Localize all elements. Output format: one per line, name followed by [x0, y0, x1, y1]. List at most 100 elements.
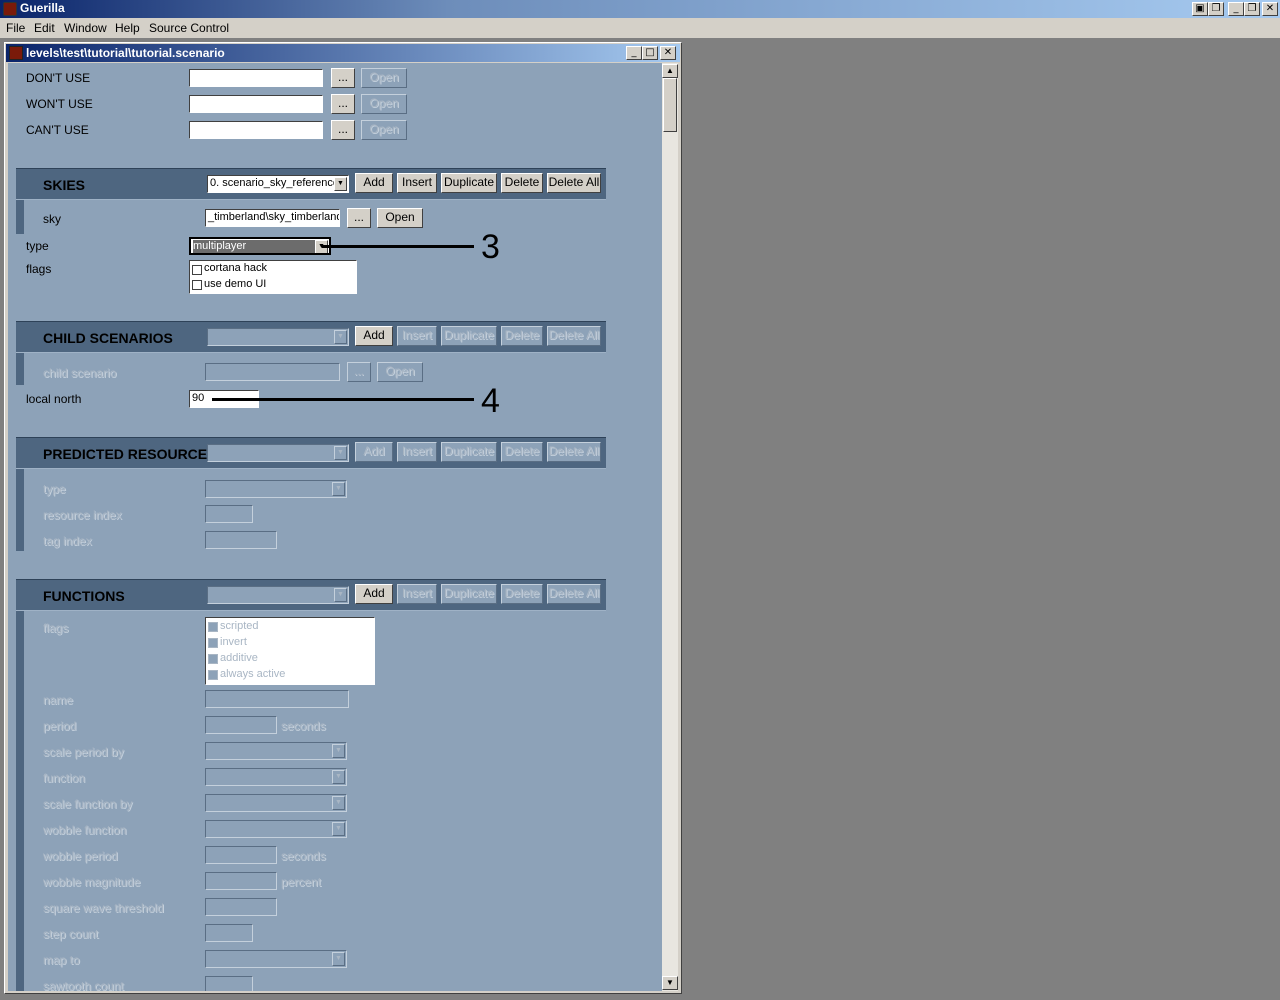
cortana-hack-checkbox[interactable]	[192, 265, 202, 275]
menu-window[interactable]: Window	[64, 21, 107, 35]
sky-open-button[interactable]: Open	[377, 208, 423, 228]
predicted-resource-delete-button[interactable]: Delete	[501, 442, 543, 462]
menu-help[interactable]: Help	[115, 21, 140, 35]
name-input[interactable]	[205, 690, 349, 708]
scale-function-by-dropdown[interactable]: ▼	[205, 794, 347, 812]
predicted-resource-delete-all-button[interactable]: Delete All	[547, 442, 601, 462]
functions-delete-all-button[interactable]: Delete All	[547, 584, 601, 604]
child-scenarios-delete-button[interactable]: Delete	[501, 326, 543, 346]
child-scenarios-title: CHILD SCENARIOS	[43, 330, 173, 346]
child-scenarios-add-button[interactable]: Add	[355, 326, 393, 346]
function-dropdown[interactable]: ▼	[205, 768, 347, 786]
child-scenario-input[interactable]	[205, 363, 340, 381]
pr-type-dropdown[interactable]: ▼	[205, 480, 347, 498]
always-active-label: always active	[220, 668, 286, 680]
wobble-function-dropdown[interactable]: ▼	[205, 820, 347, 838]
dont-use-input[interactable]	[189, 69, 323, 87]
menu-file[interactable]: File	[6, 21, 25, 35]
sky-input[interactable]: _timberland\sky_timberland	[205, 209, 340, 227]
cant-use-open-button[interactable]: Open	[361, 120, 407, 140]
doc-minimize-icon[interactable]: _	[626, 46, 642, 60]
invert-checkbox[interactable]	[208, 638, 218, 648]
functions-insert-button[interactable]: Insert	[397, 584, 437, 604]
sawtooth-count-input[interactable]	[205, 976, 253, 991]
scroll-thumb[interactable]	[663, 78, 677, 132]
wobble-magnitude-input[interactable]	[205, 872, 277, 890]
dont-use-open-button[interactable]: Open	[361, 68, 407, 88]
chevron-down-icon[interactable]: ▼	[332, 744, 345, 758]
close-icon[interactable]: ✕	[1262, 2, 1278, 16]
chevron-down-icon[interactable]: ▼	[332, 796, 345, 810]
vertical-scrollbar[interactable]	[662, 63, 678, 991]
wont-use-browse-button[interactable]: ...	[331, 94, 355, 114]
app-title: Guerilla	[20, 1, 65, 15]
resource-index-input[interactable]	[205, 505, 253, 523]
scroll-up-icon[interactable]: ▲	[662, 64, 678, 78]
wobble-period-unit: seconds	[281, 849, 326, 863]
use-demo-ui-checkbox[interactable]	[192, 280, 202, 290]
cant-use-browse-button[interactable]: ...	[331, 120, 355, 140]
scroll-down-icon[interactable]: ▼	[662, 976, 678, 990]
menu-edit[interactable]: Edit	[34, 21, 55, 35]
wont-use-input[interactable]	[189, 95, 323, 113]
additive-checkbox[interactable]	[208, 654, 218, 664]
chevron-down-icon[interactable]: ▼	[334, 446, 347, 460]
chevron-down-icon[interactable]: ▼	[334, 588, 347, 602]
doc-close-icon[interactable]: ✕	[660, 46, 676, 60]
functions-delete-button[interactable]: Delete	[501, 584, 543, 604]
child-scenarios-selector[interactable]: ▼	[207, 328, 349, 346]
child-scenario-open-button[interactable]: Open	[377, 362, 423, 382]
minimize-icon[interactable]: _	[1228, 2, 1244, 16]
child-scenarios-delete-all-button[interactable]: Delete All	[547, 326, 601, 346]
child-scenario-label: child scenario	[43, 366, 117, 380]
chevron-down-icon[interactable]: ▼	[332, 822, 345, 836]
child-scenarios-insert-button[interactable]: Insert	[397, 326, 437, 346]
wobble-magnitude-label: wobble magnitude	[43, 875, 141, 889]
sky-browse-button[interactable]: ...	[347, 208, 371, 228]
restore-icon[interactable]: ❐	[1208, 2, 1224, 16]
square-wave-threshold-input[interactable]	[205, 898, 277, 916]
additive-label: additive	[220, 652, 258, 664]
menu-source-control[interactable]: Source Control	[149, 21, 229, 35]
doc-maximize-icon[interactable]: □	[642, 46, 658, 60]
resource-index-label: resource index	[43, 508, 122, 522]
scale-period-by-dropdown[interactable]: ▼	[205, 742, 347, 760]
scripted-checkbox[interactable]	[208, 622, 218, 632]
functions-add-button[interactable]: Add	[355, 584, 393, 604]
type-dropdown[interactable]: multiplayer ▼	[189, 237, 331, 255]
cant-use-input[interactable]	[189, 121, 323, 139]
chevron-down-icon[interactable]: ▼	[332, 770, 345, 784]
chevron-down-icon[interactable]: ▼	[332, 952, 345, 966]
predicted-resource-insert-button[interactable]: Insert	[397, 442, 437, 462]
chevron-down-icon[interactable]: ▼	[332, 482, 345, 496]
wont-use-open-button[interactable]: Open	[361, 94, 407, 114]
maximize-icon[interactable]: ❐	[1244, 2, 1260, 16]
skies-delete-button[interactable]: Delete	[501, 173, 543, 193]
skies-insert-button[interactable]: Insert	[397, 173, 437, 193]
skies-duplicate-button[interactable]: Duplicate	[441, 173, 497, 193]
always-active-checkbox[interactable]	[208, 670, 218, 680]
annotation-4-line	[212, 398, 474, 401]
mdi-restore-icon[interactable]: ▣	[1192, 2, 1208, 16]
predicted-resource-add-button[interactable]: Add	[355, 442, 393, 462]
pr-type-label: type	[43, 482, 66, 496]
tag-index-input[interactable]	[205, 531, 277, 549]
child-scenarios-duplicate-button[interactable]: Duplicate	[441, 326, 497, 346]
wobble-period-label: wobble period	[43, 849, 118, 863]
map-to-dropdown[interactable]: ▼	[205, 950, 347, 968]
predicted-resource-selector[interactable]: ▼	[207, 444, 349, 462]
predicted-resource-duplicate-button[interactable]: Duplicate	[441, 442, 497, 462]
scale-function-by-label: scale function by	[43, 797, 133, 811]
wobble-period-input[interactable]	[205, 846, 277, 864]
child-scenario-browse-button[interactable]: ...	[347, 362, 371, 382]
dont-use-browse-button[interactable]: ...	[331, 68, 355, 88]
skies-delete-all-button[interactable]: Delete All	[547, 173, 601, 193]
step-count-input[interactable]	[205, 924, 253, 942]
skies-selector[interactable]: 0. scenario_sky_reference ▼	[207, 175, 349, 193]
functions-selector[interactable]: ▼	[207, 586, 349, 604]
chevron-down-icon[interactable]: ▼	[334, 177, 347, 191]
chevron-down-icon[interactable]: ▼	[334, 330, 347, 344]
functions-duplicate-button[interactable]: Duplicate	[441, 584, 497, 604]
period-input[interactable]	[205, 716, 277, 734]
skies-add-button[interactable]: Add	[355, 173, 393, 193]
